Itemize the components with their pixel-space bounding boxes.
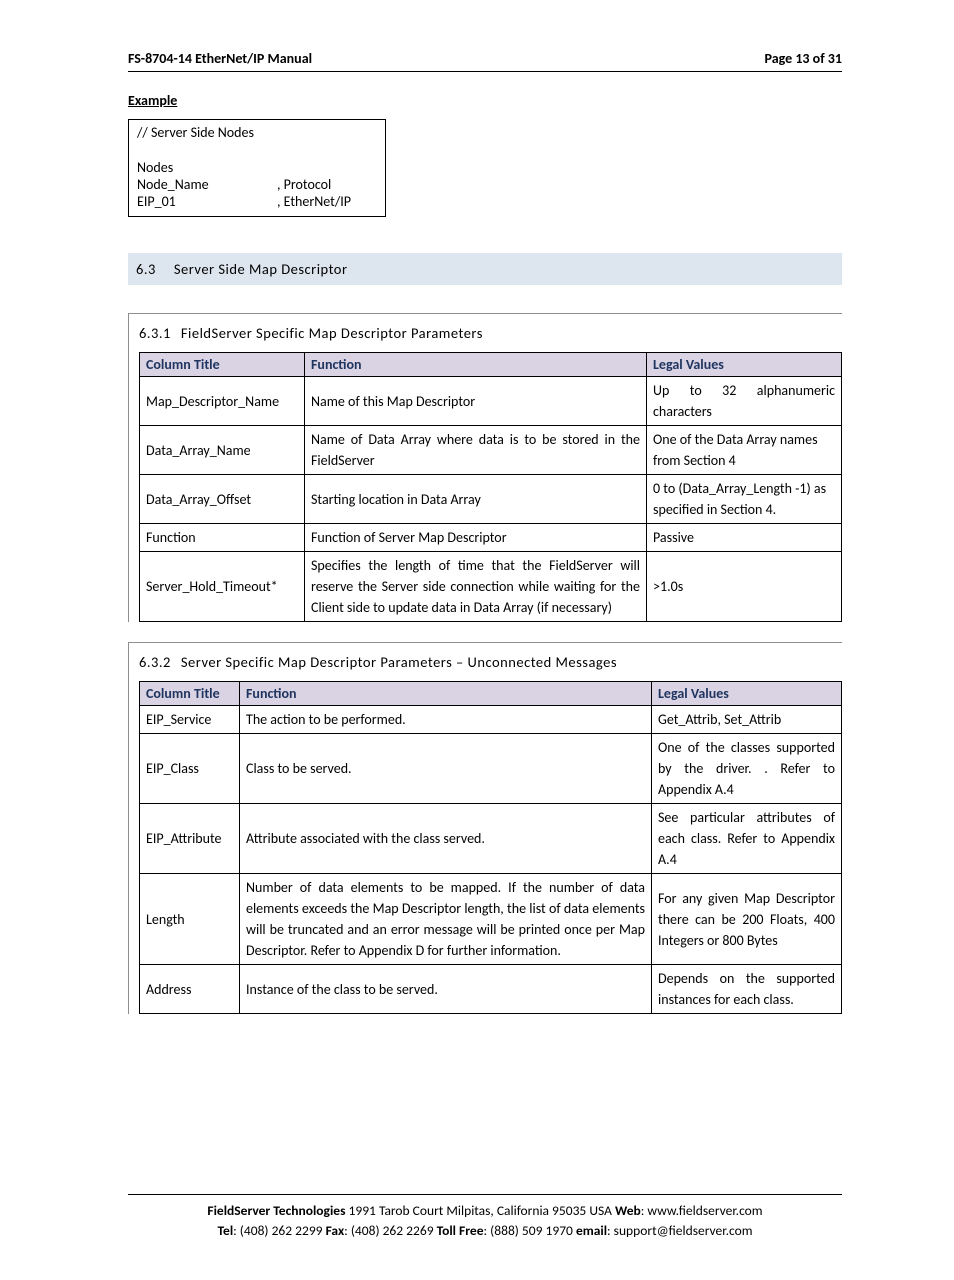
header-right: Page 13 of 31 [765,50,842,67]
cell: Depends on the supported instances for e… [652,965,842,1014]
cell: One of the Data Array names from Section… [647,426,842,475]
cell: EIP_Class [140,734,240,804]
code-cell: Node_Name [137,176,277,193]
table-row: Function Function of Server Map Descript… [140,524,842,552]
table-631: Column Title Function Legal Values Map_D… [139,352,842,622]
code-cell: , EtherNet/IP [277,193,377,210]
cell: Class to be served. [240,734,652,804]
cell: Passive [647,524,842,552]
footer-email-label: email [576,1222,607,1239]
subsection-title-text: FieldServer Specific Map Descriptor Para… [181,324,483,342]
subsection-title-text: Server Specific Map Descriptor Parameter… [181,653,617,671]
cell: Address [140,965,240,1014]
cell: See particular attributes of each class.… [652,804,842,874]
cell: 0 to (Data_Array_Length -1) as specified… [647,475,842,524]
cell: Function of Server Map Descriptor [305,524,647,552]
footer-tollfree-label: Toll Free [437,1222,484,1239]
cell: Name of Data Array where data is to be s… [305,426,647,475]
code-line: Nodes [137,159,377,176]
cell: Map_Descriptor_Name [140,377,305,426]
code-line: Node_Name , Protocol [137,176,377,193]
th-legal-values: Legal Values [647,353,842,377]
table-632: Column Title Function Legal Values EIP_S… [139,681,842,1014]
cell: The action to be performed. [240,706,652,734]
table-row: Map_Descriptor_Name Name of this Map Des… [140,377,842,426]
section-heading-63: 6.3 Server Side Map Descriptor [128,253,842,285]
cell: Server_Hold_Timeout* [140,552,305,622]
table-row: EIP_Service The action to be performed. … [140,706,842,734]
table-row: Length Number of data elements to be map… [140,874,842,965]
header-left: FS-8704-14 EtherNet/IP Manual [128,50,312,67]
footer-company: FieldServer Technologies [207,1202,345,1219]
cell: Number of data elements to be mapped. If… [240,874,652,965]
cell: EIP_Attribute [140,804,240,874]
code-line: // Server Side Nodes [137,124,377,141]
cell: Attribute associated with the class serv… [240,804,652,874]
footer-web: : www.fieldserver.com [641,1202,763,1219]
code-cell: EIP_01 [137,193,277,210]
subsection-number: 6.3.1 [139,324,171,342]
footer-separator [128,1194,842,1195]
subsection-number: 6.3.2 [139,653,171,671]
cell: Function [140,524,305,552]
table-header-row: Column Title Function Legal Values [140,682,842,706]
cell: Data_Array_Offset [140,475,305,524]
cell: Get_Attrib, Set_Attrib [652,706,842,734]
footer-address: 1991 Tarob Court Milpitas, California 95… [345,1202,615,1219]
footer-tel-label: Tel [218,1222,234,1239]
cell: Data_Array_Name [140,426,305,475]
th-function: Function [240,682,652,706]
table-row: Server_Hold_Timeout* Specifies the lengt… [140,552,842,622]
th-column-title: Column Title [140,353,305,377]
cell: Length [140,874,240,965]
table-row: Data_Array_Offset Starting location in D… [140,475,842,524]
subsection-632: 6.3.2 Server Specific Map Descriptor Para… [128,642,842,1014]
th-legal-values: Legal Values [652,682,842,706]
table-row: EIP_Attribute Attribute associated with … [140,804,842,874]
table-row: EIP_Class Class to be served. One of the… [140,734,842,804]
cell: Specifies the length of time that the Fi… [305,552,647,622]
footer-web-label: Web [615,1202,641,1219]
cell: Up to 32 alphanumeric characters [647,377,842,426]
subsection-631: 6.3.1 FieldServer Specific Map Descriptor… [128,313,842,622]
subsection-heading: 6.3.1 FieldServer Specific Map Descriptor… [139,324,842,342]
cell: EIP_Service [140,706,240,734]
cell: >1.0s [647,552,842,622]
cell: Starting location in Data Array [305,475,647,524]
footer-tollfree: : (888) 509 1970 [484,1222,576,1239]
th-function: Function [305,353,647,377]
code-line: EIP_01 , EtherNet/IP [137,193,377,210]
page-footer: FieldServer Technologies 1991 Tarob Cour… [128,1201,842,1240]
subsection-heading: 6.3.2 Server Specific Map Descriptor Para… [139,653,842,671]
table-row: Data_Array_Name Name of Data Array where… [140,426,842,475]
footer-fax-label: Fax [326,1222,345,1239]
cell: One of the classes supported by the driv… [652,734,842,804]
code-blank [137,141,377,159]
footer-line-2: Tel: (408) 262 2299 Fax: (408) 262 2269 … [128,1221,842,1241]
footer-email: : support@fieldserver.com [607,1222,752,1239]
footer-line-1: FieldServer Technologies 1991 Tarob Cour… [128,1201,842,1221]
th-column-title: Column Title [140,682,240,706]
section-number: 6.3 [136,260,156,278]
footer-fax: : (408) 262 2269 [344,1222,436,1239]
page-header: FS-8704-14 EtherNet/IP Manual Page 13 of… [128,50,842,72]
cell: Instance of the class to be served. [240,965,652,1014]
section-title: Server Side Map Descriptor [174,260,348,278]
example-heading: Example [128,92,842,109]
code-cell: , Protocol [277,176,377,193]
example-code-box: // Server Side Nodes Nodes Node_Name , P… [128,119,386,217]
table-header-row: Column Title Function Legal Values [140,353,842,377]
table-row: Address Instance of the class to be serv… [140,965,842,1014]
footer-tel: : (408) 262 2299 [233,1222,325,1239]
cell: Name of this Map Descriptor [305,377,647,426]
cell: For any given Map Descriptor there can b… [652,874,842,965]
